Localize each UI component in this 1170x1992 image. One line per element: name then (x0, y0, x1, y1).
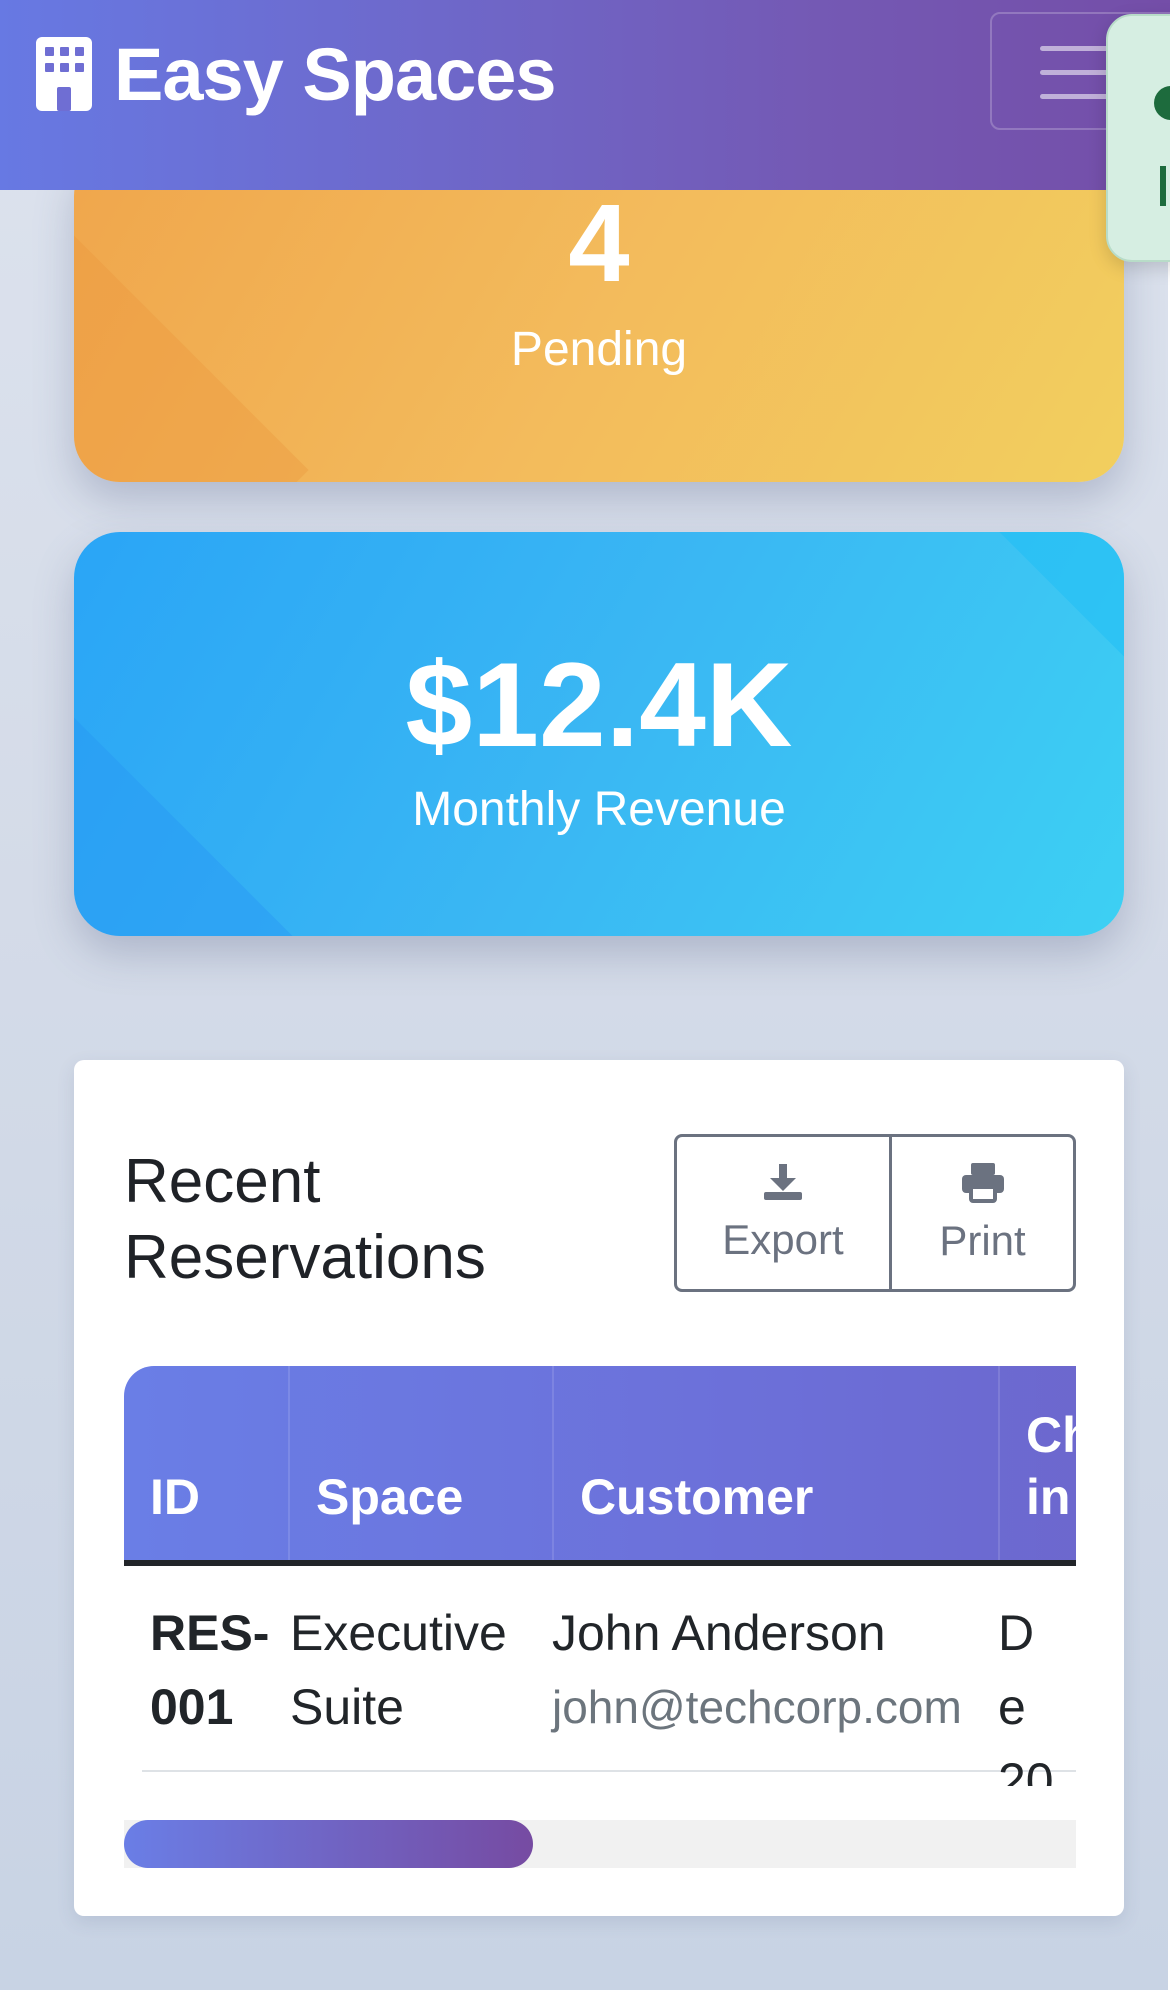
recent-reservations-panel: Recent Reservations Export Print ID Spac… (74, 1060, 1124, 1916)
printer-icon (961, 1163, 1004, 1203)
column-header-check-in[interactable]: Ch in (1000, 1366, 1076, 1560)
revenue-label: Monthly Revenue (412, 783, 786, 836)
reservations-table[interactable]: ID Space Customer Ch in RES-001 Executiv… (124, 1366, 1076, 1786)
download-icon (764, 1164, 802, 1200)
customer-email: john@techcorp.com (552, 1681, 962, 1733)
toast-text-fragment (1160, 166, 1166, 206)
brand-link[interactable]: Easy Spaces (36, 32, 557, 116)
toast-notification[interactable] (1106, 14, 1170, 262)
table-row[interactable]: RES-001 Executive Suite John Anderson jo… (142, 1566, 1076, 1786)
table-horizontal-scrollbar[interactable] (124, 1820, 1076, 1868)
column-header-id[interactable]: ID (124, 1366, 290, 1560)
pending-stat-card: 4 Pending (74, 150, 1124, 482)
customer-cell: John Anderson john@techcorp.com (552, 1596, 992, 1744)
pending-count: 4 (568, 182, 630, 305)
space-name: Executive Suite (290, 1605, 507, 1735)
export-button[interactable]: Export (677, 1137, 892, 1289)
navbar: Easy Spaces (0, 0, 1170, 190)
panel-title: Recent Reservations (124, 1147, 486, 1292)
column-header-space[interactable]: Space (290, 1366, 554, 1560)
page: 4 Pending $12.4K Monthly Revenue Recent … (0, 0, 1170, 1992)
reservation-id: RES-001 (150, 1605, 270, 1735)
pending-label: Pending (510, 323, 688, 376)
print-label: Print (939, 1217, 1026, 1264)
column-header-customer[interactable]: Customer (554, 1366, 1000, 1560)
scrollbar-thumb[interactable] (124, 1820, 534, 1868)
export-label: Export (722, 1216, 844, 1263)
table-header: ID Space Customer Ch in (124, 1366, 1076, 1566)
customer-name: John Anderson (552, 1605, 886, 1661)
toast-icon (1154, 86, 1170, 120)
check-in-date: De 20 (998, 1605, 1054, 1786)
brand-name: Easy Spaces (114, 32, 557, 116)
print-button[interactable]: Print (892, 1137, 1073, 1289)
revenue-stat-card: $12.4K Monthly Revenue (74, 532, 1124, 936)
building-icon (36, 37, 92, 111)
revenue-value: $12.4K (405, 638, 793, 772)
table-actions: Export Print (674, 1134, 1076, 1292)
